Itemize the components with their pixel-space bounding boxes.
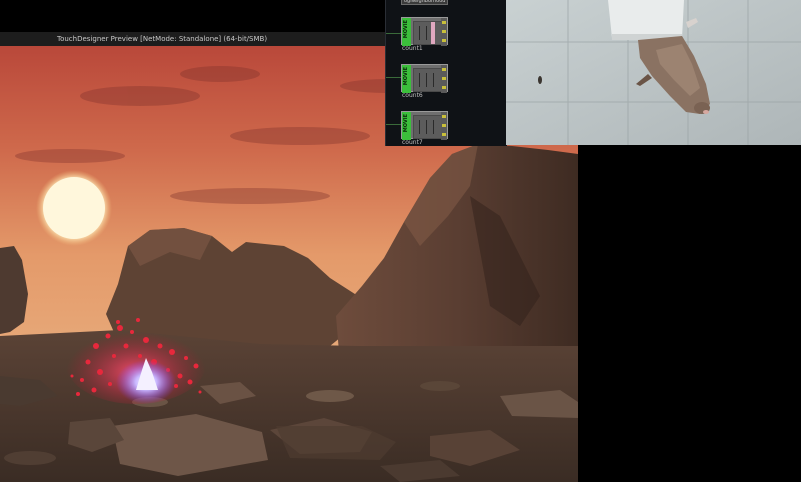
node-flag-label: MOVIE [403,20,409,39]
node-type-flag: MOVIE [402,112,411,140]
node-viewer [413,68,443,92]
node-type-flag: MOVIE [402,18,411,46]
node-viewer [413,21,443,45]
node-flags[interactable] [441,112,447,140]
sun-core [43,177,105,239]
preview-title: TouchDesigner Preview [NetMode: Standalo… [57,35,268,43]
movie-node[interactable]: MOVIE count6 [401,64,448,99]
dropping [538,76,542,84]
node-name[interactable]: count6 [402,92,423,99]
node-body[interactable]: MOVIE [401,17,448,46]
wire [386,33,401,34]
node-flags[interactable] [441,65,447,93]
wire [386,77,401,78]
node-name[interactable]: count7 [402,139,423,146]
holder-sleeve [608,0,684,38]
node-body[interactable]: MOVIE [401,111,448,140]
node-body[interactable]: MOVIE [401,64,448,93]
node-name[interactable]: count1 [402,45,423,52]
wire [386,124,401,125]
movie-node[interactable]: MOVIE count1 [401,17,448,52]
node-flag-label: MOVIE [403,67,409,86]
node-flags[interactable] [441,18,447,46]
movie-node[interactable]: MOVIE count7 [401,111,448,146]
node-viewer [413,115,443,139]
camera-feed [506,0,801,145]
node-top-label[interactable]: ogNeighborhood [401,0,448,5]
network-editor-panel[interactable]: ogNeighborhood MOVIE count1 MOVIE count6… [385,0,507,146]
node-flag-label: MOVIE [403,114,409,133]
node-type-flag: MOVIE [402,65,411,93]
